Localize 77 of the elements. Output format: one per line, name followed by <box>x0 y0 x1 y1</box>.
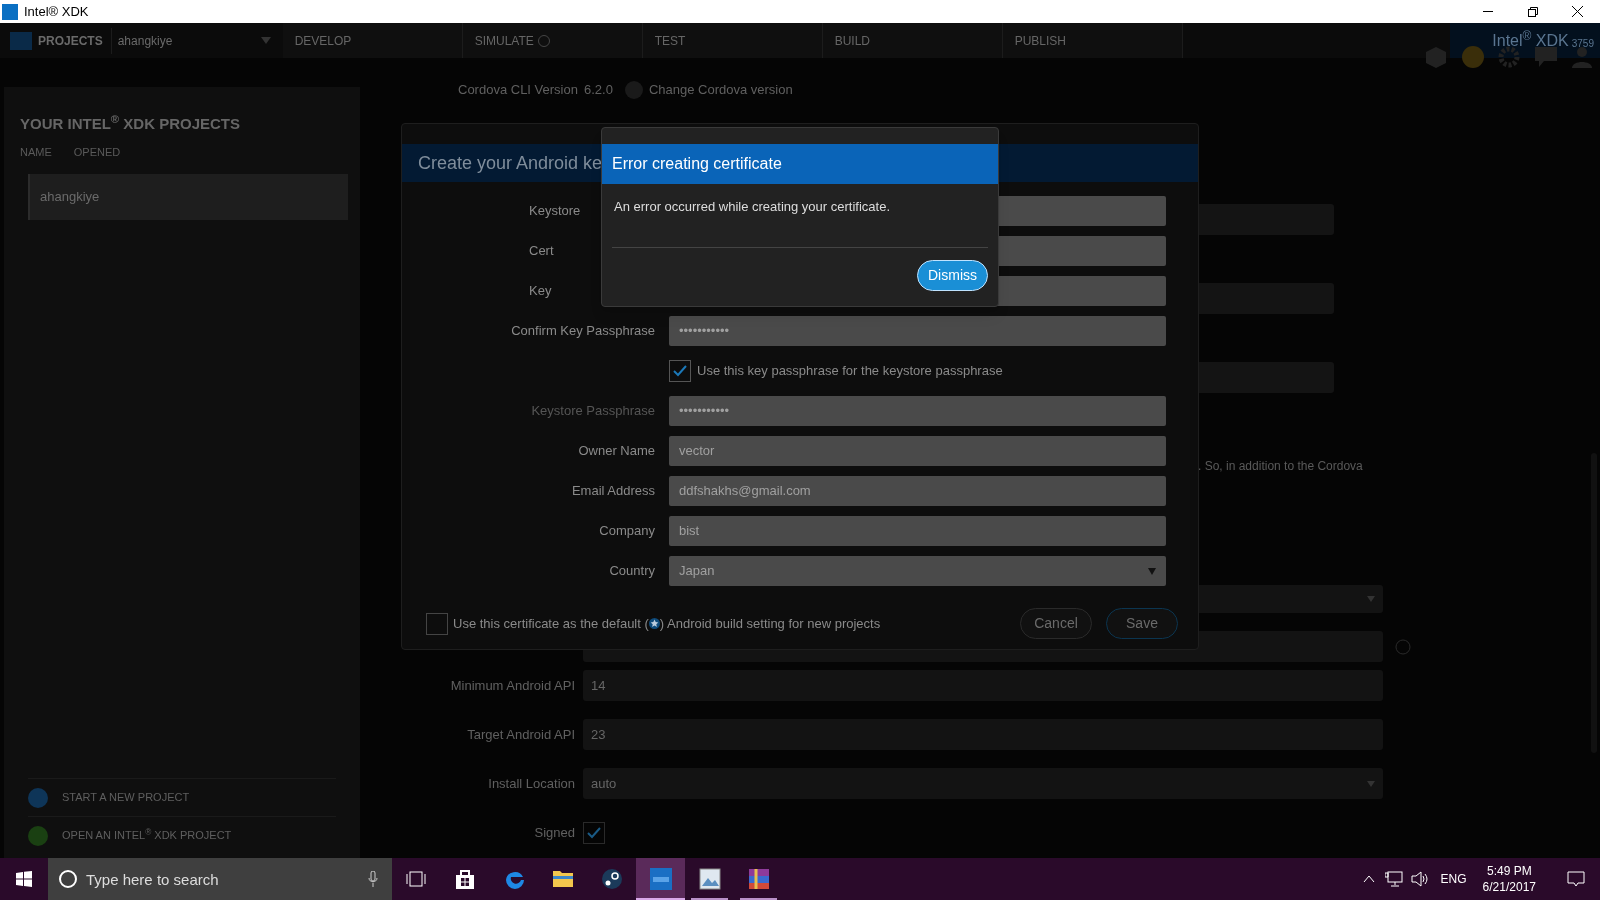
error-message: An error occurred while creating your certificate. <box>614 198 891 216</box>
select-field[interactable]: auto <box>583 768 1383 799</box>
microphone-icon[interactable] <box>368 871 378 887</box>
store-icon <box>453 868 476 890</box>
field-label: Country <box>609 562 655 581</box>
archive-icon <box>747 868 770 890</box>
steam-icon <box>600 868 623 890</box>
sidebar-action[interactable]: OPEN AN INTEL$^{®}$ XDK PROJECT <box>62 827 232 844</box>
dialog-title: Create your Android ke <box>418 151 603 175</box>
network-icon[interactable] <box>1384 871 1403 887</box>
caret-icon <box>1367 596 1375 602</box>
checkbox-label: Use this key passphrase for the keystore passphrase <box>697 362 1003 381</box>
volume-icon[interactable] <box>1410 871 1429 887</box>
section-label: PROJECTS <box>38 32 103 50</box>
field-label: Email Address <box>571 482 655 501</box>
field-label: Target Android API <box>466 725 575 744</box>
restore-icon[interactable] <box>1527 6 1538 17</box>
nav-tab[interactable]: SIMULATE <box>462 23 643 58</box>
description-text: . So, in addition to the Cordova <box>1198 458 1363 475</box>
default-option-label: ) Android build setting for new projects <box>659 614 881 633</box>
field-label: Cert <box>529 242 554 261</box>
field-label: Minimum Android API <box>449 676 575 695</box>
field-label: Signed <box>533 823 575 842</box>
project-item[interactable]: ahangkiye <box>28 174 348 220</box>
input-field[interactable]: ddfshakhs@gmail.com <box>669 476 1166 506</box>
select-field[interactable]: Japan <box>669 556 1166 586</box>
field-label: Install Location <box>487 774 575 793</box>
field-label: Owner Name <box>578 442 655 461</box>
input-field[interactable]: bist <box>669 516 1166 546</box>
input-field[interactable]: 14 <box>583 670 1383 701</box>
cordova-version: 6.2.0 <box>583 81 613 99</box>
checkbox[interactable] <box>426 612 448 635</box>
dismiss-button[interactable]: Dismiss <box>917 259 988 291</box>
field-label: Keystore <box>529 202 581 221</box>
caret-icon <box>1148 567 1156 575</box>
field-label: Company <box>599 522 655 541</box>
window-title: Intel® XDK <box>24 2 89 21</box>
field-label: Keystore Passphrase <box>531 402 655 421</box>
dialog-title: Error creating certificate <box>612 154 782 174</box>
input-field[interactable]: vector <box>669 436 1166 466</box>
notification-icon[interactable] <box>1567 871 1585 887</box>
clock-date[interactable]: 6/21/2017 <box>1482 879 1536 895</box>
nav-tab[interactable]: DEVELOP <box>282 23 463 58</box>
input-field[interactable]: 23 <box>583 719 1383 750</box>
cortana-icon <box>58 869 78 889</box>
field-label: Key <box>529 282 552 301</box>
caret-icon <box>1367 780 1375 787</box>
checkbox[interactable] <box>669 360 691 382</box>
cancel-button[interactable]: Cancel <box>1020 608 1092 639</box>
input-field[interactable]: ••••••••••• <box>669 316 1166 346</box>
image-viewer-icon <box>698 868 721 890</box>
field-label: Confirm Key Passphrase <box>511 322 655 341</box>
caret-icon <box>260 37 271 44</box>
folder-icon <box>551 868 574 890</box>
sidebar-heading: YOUR INTEL$^{®}$ XDK PROJECTS <box>19 113 241 134</box>
windows-start-icon[interactable] <box>16 871 32 887</box>
sidebar-action[interactable]: START A NEW PROJECT <box>62 789 190 806</box>
nav-tab[interactable]: TEST <box>642 23 823 58</box>
change-version-link[interactable]: Change Cordova version <box>648 80 793 100</box>
save-button[interactable]: Save <box>1106 608 1178 639</box>
chevron-up-icon[interactable] <box>1362 875 1375 883</box>
app-icon <box>2 3 18 20</box>
star-icon <box>648 618 660 629</box>
clock-time[interactable]: 5:49 PM <box>1486 863 1532 879</box>
folder-icon <box>10 31 32 50</box>
search-field[interactable]: Type here to search <box>48 858 392 900</box>
xdk-app-icon <box>649 868 672 890</box>
checkbox[interactable] <box>583 821 605 844</box>
nav-tab[interactable]: PUBLISH <box>1002 23 1183 58</box>
nav-tab[interactable]: BUILD <box>822 23 1003 58</box>
column-header[interactable]: NAME <box>20 143 52 160</box>
column-header[interactable]: OPENED <box>73 143 121 160</box>
default-option-label: Use this certificate as the default ( <box>453 614 649 633</box>
language-indicator[interactable]: ENG <box>1440 870 1467 888</box>
close-icon[interactable] <box>1572 6 1583 17</box>
task-view-icon[interactable] <box>406 871 426 887</box>
cordova-version-label: Cordova CLI Version <box>458 81 578 99</box>
